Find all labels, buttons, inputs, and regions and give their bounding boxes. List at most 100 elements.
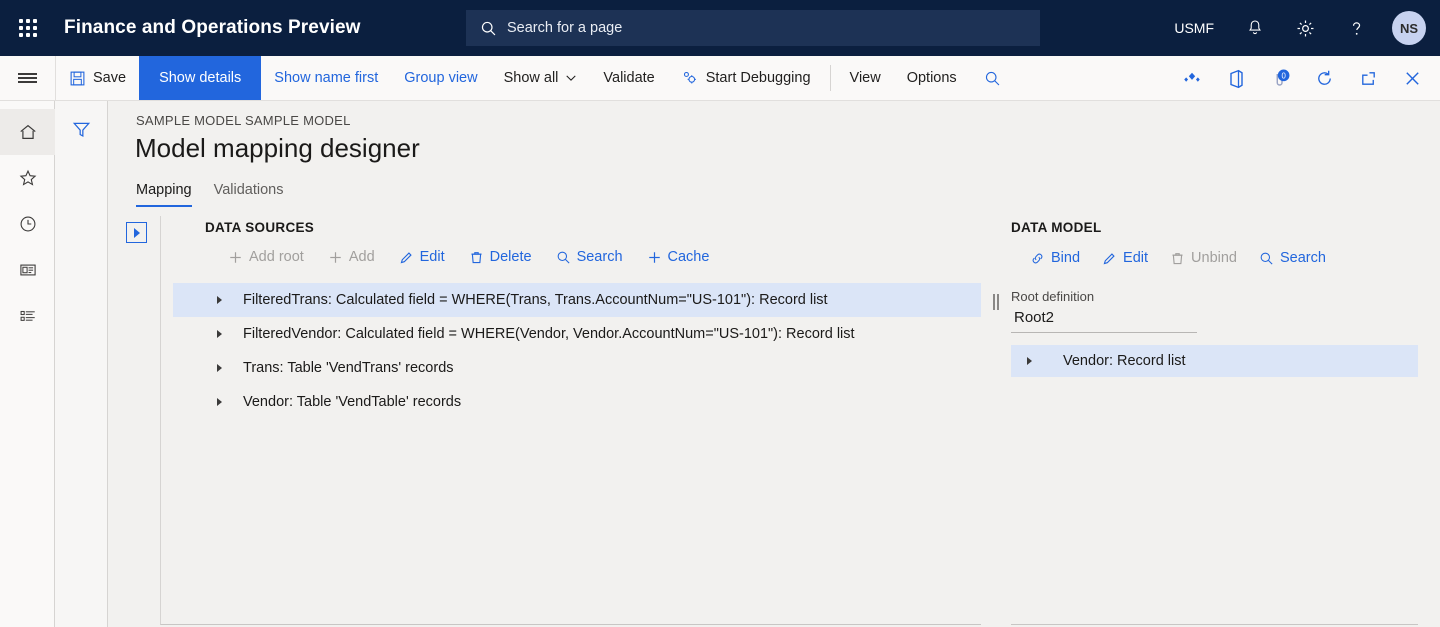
bell-icon[interactable] bbox=[1230, 0, 1280, 56]
debug-gears-icon bbox=[683, 71, 696, 84]
command-bar: Save Show details Show name first Group … bbox=[0, 56, 1440, 101]
tab-mapping[interactable]: Mapping bbox=[136, 182, 192, 207]
global-search-placeholder: Search for a page bbox=[507, 20, 623, 36]
plus-icon bbox=[330, 251, 341, 263]
question-mark-icon[interactable] bbox=[1331, 0, 1382, 56]
pencil-icon bbox=[1103, 252, 1115, 264]
command-bar-right-icons: 0 bbox=[1170, 56, 1440, 101]
favorites-star-icon bbox=[19, 169, 36, 186]
start-debugging-label: Start Debugging bbox=[705, 70, 811, 86]
data-model-toolbar: Bind Edit Unbind Search bbox=[1011, 235, 1418, 275]
expand-chevron-icon[interactable] bbox=[1027, 357, 1063, 365]
start-debugging-button[interactable]: Start Debugging bbox=[668, 56, 824, 100]
show-details-button[interactable]: Show details bbox=[139, 56, 262, 100]
search-label: Search bbox=[576, 249, 623, 265]
tab-validations[interactable]: Validations bbox=[214, 182, 284, 207]
add-button[interactable]: Add bbox=[317, 246, 386, 268]
nav-modules-button[interactable] bbox=[0, 293, 55, 339]
data-model-body: DATA MODEL Bind Edit Unbind Search Root … bbox=[1011, 216, 1418, 625]
company-selector[interactable]: USMF bbox=[1158, 0, 1230, 56]
expand-chevron-icon[interactable] bbox=[217, 398, 243, 406]
pane-splitter[interactable] bbox=[981, 216, 1011, 625]
data-model-node-label: Vendor: Record list bbox=[1063, 353, 1186, 369]
expand-chevron-icon[interactable] bbox=[217, 330, 243, 338]
edit-data-source-button[interactable]: Edit bbox=[388, 246, 456, 268]
link-icon bbox=[1032, 253, 1043, 263]
nav-recent-button[interactable] bbox=[0, 201, 55, 247]
expand-chevron-icon[interactable] bbox=[217, 364, 243, 372]
search-data-model-button[interactable]: Search bbox=[1248, 247, 1337, 269]
page-tabs: Mapping Validations bbox=[108, 182, 1440, 207]
options-menu[interactable]: Options bbox=[894, 56, 970, 100]
root-definition-input[interactable]: Root2 bbox=[1011, 304, 1197, 333]
data-sources-body: DATA SOURCES Add root Add Edit Delete Se… bbox=[160, 216, 981, 625]
recent-clock-icon bbox=[20, 216, 35, 232]
open-in-new-window-icon[interactable] bbox=[1346, 56, 1390, 101]
table-row[interactable]: FilteredTrans: Calculated field = WHERE(… bbox=[173, 283, 981, 317]
table-row[interactable]: Trans: Table 'VendTrans' records bbox=[173, 351, 981, 385]
search-label: Search bbox=[1279, 250, 1326, 266]
attachments-badge-count: 0 bbox=[1281, 71, 1286, 80]
data-source-label: FilteredVendor: Calculated field = WHERE… bbox=[243, 326, 855, 342]
top-right-actions: USMF NS bbox=[1158, 0, 1440, 56]
attachments-icon[interactable]: 0 bbox=[1258, 56, 1302, 101]
data-source-label: Trans: Table 'VendTrans' records bbox=[243, 360, 454, 376]
root-definition-label: Root definition bbox=[1011, 289, 1095, 304]
filter-funnel-icon[interactable] bbox=[71, 119, 92, 140]
page-body: SAMPLE MODEL SAMPLE MODEL Model mapping … bbox=[0, 101, 1440, 627]
edit-binding-button[interactable]: Edit bbox=[1091, 247, 1159, 269]
app-launcher-icon[interactable] bbox=[0, 0, 56, 56]
edit-label: Edit bbox=[1123, 250, 1149, 266]
show-name-first-button[interactable]: Show name first bbox=[261, 56, 391, 100]
save-label: Save bbox=[93, 70, 127, 86]
data-sources-list: FilteredTrans: Calculated field = WHERE(… bbox=[173, 283, 981, 419]
delete-data-source-button[interactable]: Delete bbox=[458, 246, 543, 268]
nav-workspaces-button[interactable] bbox=[0, 247, 55, 293]
command-search-icon[interactable] bbox=[970, 56, 1015, 100]
search-data-source-button[interactable]: Search bbox=[545, 246, 634, 268]
bind-label: Bind bbox=[1051, 250, 1081, 266]
data-sources-heading: DATA SOURCES bbox=[205, 220, 315, 235]
command-separator bbox=[829, 65, 831, 91]
expand-chevron-icon[interactable] bbox=[217, 296, 243, 304]
navigation-rail bbox=[0, 101, 55, 627]
search-icon bbox=[985, 71, 1000, 85]
validate-button[interactable]: Validate bbox=[590, 56, 667, 100]
nav-home-button[interactable] bbox=[0, 109, 55, 155]
pencil-icon bbox=[400, 251, 412, 263]
splitter-grip-icon bbox=[993, 294, 999, 310]
global-search-box[interactable]: Search for a page bbox=[466, 10, 1040, 46]
table-row[interactable]: FilteredVendor: Calculated field = WHERE… bbox=[173, 317, 981, 351]
show-all-dropdown[interactable]: Show all bbox=[491, 56, 591, 100]
power-apps-icon[interactable] bbox=[1170, 56, 1214, 101]
save-button[interactable]: Save bbox=[56, 56, 139, 100]
page-title: Model mapping designer bbox=[135, 133, 420, 163]
gear-icon[interactable] bbox=[1280, 0, 1331, 56]
add-root-button[interactable]: Add root bbox=[217, 246, 315, 268]
app-title: Finance and Operations Preview bbox=[64, 17, 361, 38]
data-source-label: FilteredTrans: Calculated field = WHERE(… bbox=[243, 292, 828, 308]
cache-label: Cache bbox=[667, 249, 710, 265]
main-content: SAMPLE MODEL SAMPLE MODEL Model mapping … bbox=[108, 101, 1440, 627]
data-model-list: Vendor: Record list bbox=[1011, 345, 1418, 377]
show-all-label: Show all bbox=[503, 70, 559, 86]
refresh-icon[interactable] bbox=[1302, 56, 1346, 101]
trash-icon bbox=[471, 251, 482, 263]
group-view-label: Group view bbox=[404, 70, 478, 86]
expand-panel-icon[interactable] bbox=[126, 222, 147, 243]
office-app-icon[interactable] bbox=[1214, 56, 1258, 101]
data-model-heading: DATA MODEL bbox=[1011, 220, 1102, 235]
show-name-first-label: Show name first bbox=[274, 70, 379, 86]
view-menu[interactable]: View bbox=[837, 56, 894, 100]
bind-button[interactable]: Bind bbox=[1019, 247, 1091, 269]
nav-favorites-button[interactable] bbox=[0, 155, 55, 201]
group-view-button[interactable]: Group view bbox=[391, 56, 490, 100]
hamburger-menu-icon[interactable] bbox=[0, 56, 56, 100]
list-item[interactable]: Vendor: Record list bbox=[1011, 345, 1418, 377]
unbind-button[interactable]: Unbind bbox=[1159, 247, 1248, 269]
cache-button[interactable]: Cache bbox=[636, 246, 721, 268]
avatar[interactable]: NS bbox=[1392, 11, 1426, 45]
trash-icon bbox=[1172, 252, 1183, 264]
table-row[interactable]: Vendor: Table 'VendTable' records bbox=[173, 385, 981, 419]
close-icon[interactable] bbox=[1390, 56, 1434, 101]
